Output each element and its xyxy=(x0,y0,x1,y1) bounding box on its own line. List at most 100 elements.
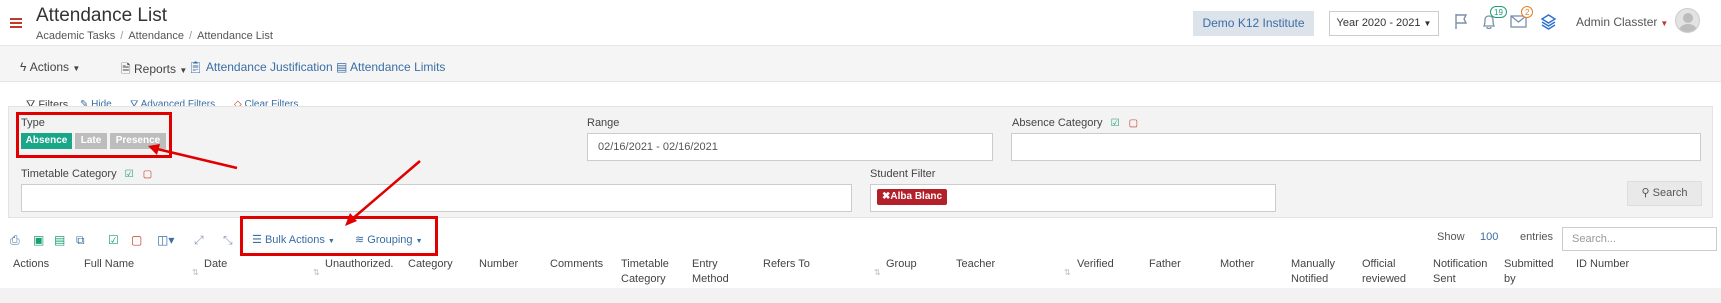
column-header-label: Group xyxy=(886,258,917,270)
breadcrumb-item-attendance[interactable]: Attendance xyxy=(128,30,184,42)
select-all-icon[interactable]: ☑ xyxy=(108,233,119,247)
user-menu[interactable]: Admin Classter ▼ xyxy=(1576,15,1668,29)
reports-dropdown[interactable]: 🗎 Reports ▼ xyxy=(121,60,187,81)
print-icon[interactable]: ⎙ xyxy=(10,233,20,248)
column-header-label: Manually xyxy=(1291,258,1336,270)
copy-icon[interactable]: ⧉ xyxy=(76,233,85,248)
column-header-15[interactable]: Manually Notified xyxy=(1291,257,1335,287)
column-header-8[interactable]: Entry Method xyxy=(692,257,729,287)
column-header-4[interactable]: Category xyxy=(408,257,453,272)
student-tag[interactable]: ✖Alba Blanc xyxy=(877,189,948,205)
breadcrumb-item-attendance-list: Attendance List xyxy=(197,30,273,42)
column-header-19[interactable]: ID Number xyxy=(1576,257,1629,272)
column-header-label: Unauthorized. xyxy=(325,258,394,270)
column-header-label: Category xyxy=(621,273,666,285)
column-header-label: Comments xyxy=(550,258,604,270)
flag-icon[interactable] xyxy=(1453,13,1469,30)
student-filter-label: Student Filter xyxy=(870,168,936,180)
institute-button[interactable]: Demo K12 Institute xyxy=(1193,11,1314,36)
column-header-5[interactable]: Number xyxy=(479,257,518,272)
table-icon: ▤ xyxy=(336,60,348,74)
entries-label: entries xyxy=(1520,231,1554,243)
attendance-justification-link[interactable]: 📋︎ Attendance Justification xyxy=(188,60,333,74)
column-header-label: Verified xyxy=(1077,258,1114,270)
column-header-label: Notified xyxy=(1291,273,1329,285)
column-header-label: ID Number xyxy=(1576,258,1630,270)
excel-icon[interactable]: ▣ xyxy=(33,233,44,247)
deselect-all-icon[interactable]: ▢ xyxy=(1129,118,1138,129)
table-search-input[interactable]: Search... xyxy=(1562,227,1717,251)
page-title: Attendance List xyxy=(36,5,167,26)
column-header-label: by xyxy=(1504,273,1516,285)
column-header-label: Number xyxy=(479,258,519,270)
absence-category-input[interactable] xyxy=(1011,133,1701,161)
table-body xyxy=(0,288,1721,303)
select-all-icon[interactable]: ☑ xyxy=(125,169,134,180)
column-header-11[interactable]: Teacher xyxy=(956,257,995,272)
menu-icon[interactable] xyxy=(10,18,22,28)
column-header-12[interactable]: Verified xyxy=(1077,257,1114,272)
arrow-annotation-icon xyxy=(345,160,421,226)
column-header-label: Full Name xyxy=(84,258,135,270)
bolt-icon: ϟ xyxy=(20,60,27,74)
column-header-7[interactable]: Timetable Category xyxy=(621,257,669,287)
sort-icon[interactable]: ⇅ xyxy=(1064,268,1071,277)
select-all-icon[interactable]: ☑ xyxy=(1111,118,1120,129)
timetable-category-label: Timetable Category ☑ ▢ xyxy=(21,168,153,180)
user-name: Admin Classter xyxy=(1576,15,1658,29)
column-header-label: Official xyxy=(1362,258,1396,270)
breadcrumb-item-academic-tasks[interactable]: Academic Tasks xyxy=(36,30,115,42)
column-header-label: Father xyxy=(1149,258,1181,270)
column-header-label: Teacher xyxy=(956,258,996,270)
column-header-13[interactable]: Father xyxy=(1149,257,1181,272)
column-header-0[interactable]: Actions xyxy=(13,257,49,272)
range-input[interactable]: 02/16/2021 - 02/16/2021 xyxy=(587,133,993,161)
column-header-label: Method xyxy=(692,273,729,285)
search-button[interactable]: ⚲ Search xyxy=(1627,181,1702,206)
attendance-limits-link[interactable]: ▤ Attendance Limits xyxy=(336,60,445,74)
column-header-2[interactable]: Date xyxy=(204,257,227,272)
sort-icon[interactable]: ⇅ xyxy=(313,268,320,277)
column-header-label: Submitted xyxy=(1504,258,1554,270)
column-header-9[interactable]: Refers To xyxy=(763,257,810,272)
search-icon: ⚲ xyxy=(1641,187,1650,199)
arrow-annotation-icon xyxy=(148,144,238,170)
csv-icon[interactable]: ▤ xyxy=(54,233,65,247)
column-header-label: Category xyxy=(408,258,453,270)
sort-icon[interactable]: ⇅ xyxy=(192,268,199,277)
avatar[interactable] xyxy=(1675,8,1700,33)
column-header-label: Sent xyxy=(1433,273,1456,285)
layers-icon[interactable] xyxy=(1540,13,1557,30)
caret-down-icon: ▼ xyxy=(1660,19,1669,28)
absence-category-label: Absence Category ☑ ▢ xyxy=(1012,117,1139,129)
clipboard-icon: 📋︎ xyxy=(188,60,204,74)
column-header-14[interactable]: Mother xyxy=(1220,257,1254,272)
caret-down-icon: ▼ xyxy=(1423,19,1432,28)
column-header-label: Mother xyxy=(1220,258,1255,270)
column-header-label: Notification xyxy=(1433,258,1488,270)
column-header-16[interactable]: Official reviewed xyxy=(1362,257,1406,287)
year-label: Year 2020 - 2021 xyxy=(1336,17,1421,29)
column-header-18[interactable]: Submitted by xyxy=(1504,257,1554,287)
column-header-3[interactable]: Unauthorized. xyxy=(325,257,394,272)
timetable-category-input[interactable] xyxy=(21,184,852,212)
page-size-select[interactable]: 100 xyxy=(1480,231,1498,243)
column-header-label: Refers To xyxy=(763,258,810,270)
column-header-label: Actions xyxy=(13,258,50,270)
collapse-icon[interactable]: ⤡ xyxy=(223,233,233,248)
column-header-1[interactable]: Full Name xyxy=(84,257,134,272)
actions-dropdown[interactable]: ϟ Actions ▼ xyxy=(20,60,80,74)
columns-icon[interactable]: ◫▾ xyxy=(157,233,174,247)
column-header-10[interactable]: Group xyxy=(886,257,917,272)
deselect-all-icon[interactable]: ▢ xyxy=(131,233,142,247)
document-icon: 🗎 xyxy=(121,62,131,76)
column-header-label: Date xyxy=(204,258,228,270)
year-select[interactable]: Year 2020 - 2021 ▼ xyxy=(1329,11,1439,36)
breadcrumb: Academic Tasks / Attendance / Attendance Lis… xyxy=(36,30,273,42)
column-header-label: Timetable xyxy=(621,258,669,270)
sort-icon[interactable]: ⇅ xyxy=(874,268,881,277)
column-header-6[interactable]: Comments xyxy=(550,257,603,272)
notifications-badge: 19 xyxy=(1490,6,1507,18)
column-header-17[interactable]: Notification Sent xyxy=(1433,257,1487,287)
expand-icon[interactable]: ⤢ xyxy=(194,233,204,248)
